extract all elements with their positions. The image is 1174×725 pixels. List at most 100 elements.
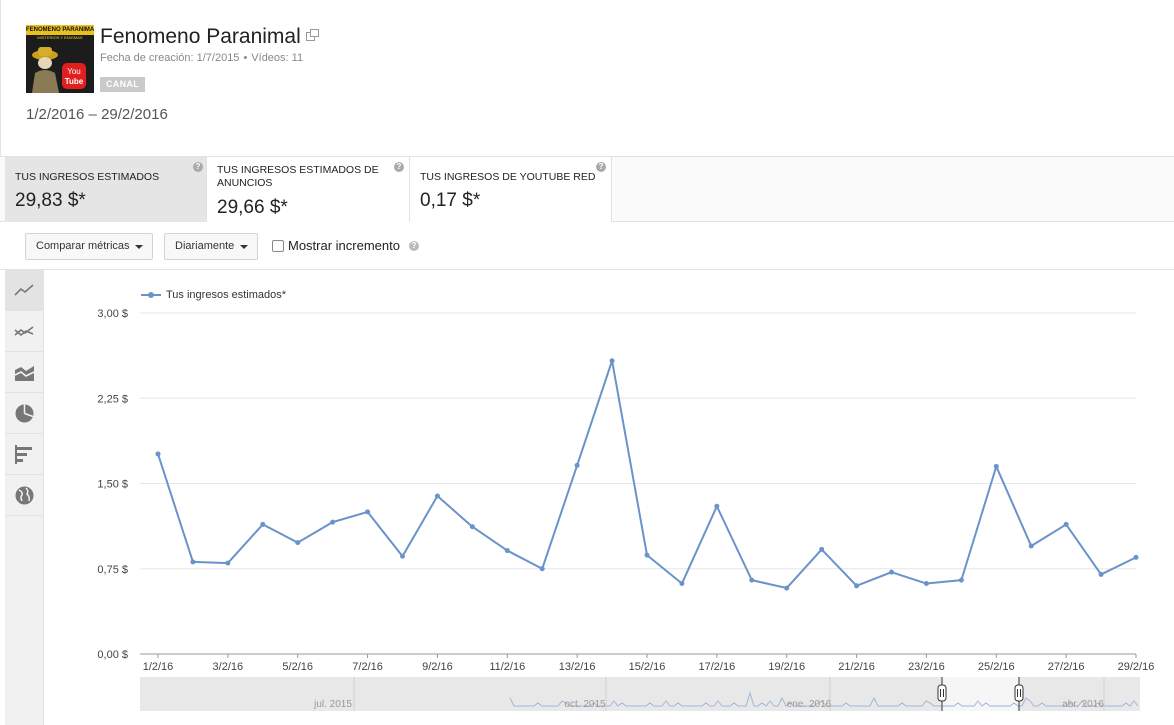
data-point	[784, 585, 790, 591]
x-tick-label: 27/2/16	[1048, 661, 1085, 673]
avatar-illustration-icon: You Tube	[32, 47, 86, 93]
line-chart-plot: 0,00 $ 0,75 $ 1,50 $ 2,25 $ 3,00 $ 1/2/16 3/2/…	[97, 308, 1155, 711]
x-tick-label: 13/2/16	[559, 661, 596, 673]
x-tick-label: 19/2/16	[768, 661, 805, 673]
metric-label: Tus ingresos estimados	[15, 171, 160, 183]
data-point	[295, 540, 301, 546]
x-tick-label: 21/2/16	[838, 661, 875, 673]
svg-text:You: You	[67, 67, 81, 76]
data-point	[609, 358, 615, 364]
help-icon[interactable]: ?	[193, 162, 203, 172]
help-icon[interactable]: ?	[596, 162, 606, 172]
interval-dropdown[interactable]: Diariamente	[164, 233, 258, 260]
line-chart-icon	[14, 284, 34, 296]
data-point	[644, 552, 650, 558]
x-tick-label: 29/2/16	[1118, 661, 1155, 673]
data-point	[365, 509, 371, 515]
x-tick-label: 3/2/16	[213, 661, 244, 673]
multi-line-chart-icon	[14, 326, 34, 337]
data-point	[889, 569, 894, 575]
data-point	[923, 581, 929, 587]
data-point	[1028, 543, 1034, 549]
channel-type-badge: CANAL	[100, 77, 145, 92]
interval-label: Diariamente	[175, 240, 235, 252]
help-icon[interactable]: ?	[409, 241, 419, 251]
y-tick-label: 3,00 $	[97, 308, 128, 320]
show-growth-checkbox[interactable]	[272, 240, 284, 252]
revenue-chart: Tus ingresos estimados* 0,00 $0,75 $1,50…	[44, 270, 1174, 725]
channel-meta: Fecha de creación: 1/7/2015 • Vídeos: 11	[100, 52, 303, 64]
data-point	[749, 577, 755, 583]
map-chart-button[interactable]	[5, 475, 44, 516]
y-tick-label: 1,50 $	[97, 479, 128, 491]
multi-line-chart-button[interactable]	[5, 311, 44, 352]
svg-text:Tube: Tube	[65, 77, 84, 86]
data-point	[190, 559, 196, 565]
open-in-new-window-icon[interactable]	[306, 29, 319, 41]
bar-chart-icon	[15, 445, 32, 464]
x-tick-label: 9/2/16	[422, 661, 453, 673]
area-chart-button[interactable]	[5, 352, 44, 393]
metric-value: 29,83 $*	[15, 190, 86, 211]
chart-toolbar: Comparar métricas Diariamente Mostrar in…	[0, 222, 1174, 270]
x-tick-label: 1/2/16	[143, 661, 174, 673]
data-point	[854, 583, 860, 589]
x-tick-label: 7/2/16	[352, 661, 383, 673]
channel-created-date: Fecha de creación: 1/7/2015	[100, 52, 240, 64]
y-tick-label: 0,75 $	[97, 564, 128, 576]
data-point	[504, 548, 510, 554]
x-tick-label: 25/2/16	[978, 661, 1015, 673]
x-tick-label: 17/2/16	[699, 661, 736, 673]
bar-chart-button[interactable]	[5, 434, 44, 475]
data-point	[155, 451, 161, 457]
data-point	[434, 493, 440, 499]
data-point	[679, 581, 685, 587]
data-point	[958, 577, 964, 583]
channel-title[interactable]: Fenomeno Paranimal	[100, 24, 301, 50]
navigator-handle[interactable]	[1014, 684, 1024, 702]
navigator-handle[interactable]	[937, 684, 947, 702]
date-range: 1/2/2016 – 29/2/2016	[26, 106, 168, 123]
data-point	[714, 503, 720, 509]
x-tick-label: 15/2/16	[629, 661, 666, 673]
channel-video-count: Vídeos: 11	[251, 52, 304, 64]
chevron-down-icon	[135, 245, 143, 249]
metric-cards: Tus ingresos estimados 29,83 $* ? Tus in…	[0, 156, 1174, 222]
metric-card-estimated-revenue[interactable]: Tus ingresos estimados 29,83 $* ?	[5, 157, 207, 222]
metric-label: Tus ingresos de YouTube Red	[420, 171, 596, 183]
metric-card-youtube-red-revenue[interactable]: Tus ingresos de YouTube Red 0,17 $* ?	[410, 157, 612, 222]
channel-avatar[interactable]: FENOMENO PARANIMAL MISTERIOS Y ENIGMAS Y…	[26, 25, 94, 93]
data-point	[469, 524, 475, 530]
show-growth-label[interactable]: Mostrar incremento	[288, 238, 400, 254]
navigator-label: jul. 2015	[313, 699, 352, 710]
metric-label: Tus ingresos estimados de anuncios	[217, 164, 379, 189]
pie-chart-button[interactable]	[5, 393, 44, 434]
data-point	[574, 462, 580, 468]
x-tick-label: 5/2/16	[282, 661, 313, 673]
data-point	[260, 521, 266, 527]
x-tick-label: 11/2/16	[489, 661, 525, 673]
chart-type-sidebar	[5, 270, 44, 725]
pie-chart-icon	[15, 404, 34, 423]
metric-card-ad-revenue[interactable]: Tus ingresos estimados de anuncios 29,66…	[207, 157, 410, 222]
data-point	[330, 519, 336, 525]
compare-metrics-dropdown[interactable]: Comparar métricas	[25, 233, 153, 260]
chevron-down-icon	[240, 245, 248, 249]
x-tick-label: 23/2/16	[908, 661, 945, 673]
help-icon[interactable]: ?	[394, 162, 404, 172]
data-point	[1063, 521, 1069, 527]
meta-separator: •	[243, 52, 248, 64]
channel-header: FENOMENO PARANIMAL MISTERIOS Y ENIGMAS Y…	[0, 0, 1174, 156]
y-tick-label: 0,00 $	[97, 649, 128, 661]
compare-metrics-label: Comparar métricas	[36, 240, 130, 252]
data-point	[539, 566, 545, 572]
data-point	[819, 546, 825, 552]
line-chart-button[interactable]	[5, 270, 44, 311]
data-point	[993, 463, 999, 469]
data-point	[225, 560, 231, 566]
area-chart-icon	[14, 366, 35, 381]
navigator-label: oct. 2015	[564, 699, 606, 710]
data-point	[400, 553, 405, 559]
metric-value: 29,66 $*	[217, 197, 288, 218]
metric-value: 0,17 $*	[420, 190, 481, 211]
